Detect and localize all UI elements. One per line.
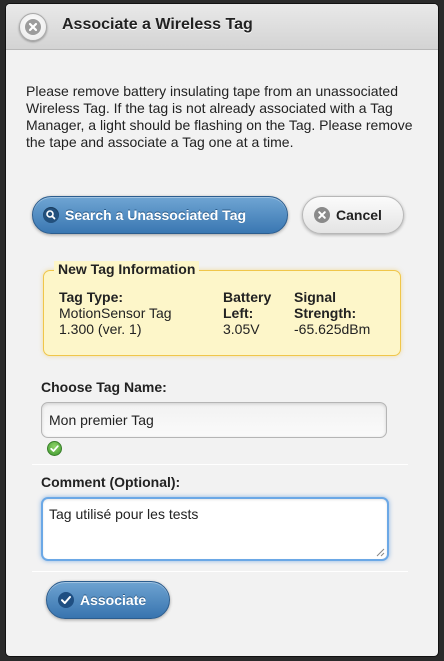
signal-value: -65.625dBm bbox=[294, 321, 371, 337]
resize-grip-icon[interactable] bbox=[375, 547, 385, 557]
comment-textarea[interactable]: Tag utilisé pour les tests bbox=[41, 497, 389, 561]
comment-text: Tag utilisé pour les tests bbox=[49, 506, 199, 522]
comment-label: Comment (Optional): bbox=[41, 474, 181, 490]
close-dialog-button[interactable] bbox=[19, 13, 47, 41]
battery-value: 3.05V bbox=[223, 321, 260, 337]
tag-type-value: MotionSensor Tag bbox=[59, 305, 172, 321]
close-circle-icon bbox=[25, 19, 41, 35]
tag-type-header: Tag Type: bbox=[59, 289, 124, 305]
signal-header-line2: Strength: bbox=[294, 305, 357, 321]
associate-button-label: Associate bbox=[80, 592, 147, 608]
associate-tag-dialog: Associate a Wireless Tag Please remove b… bbox=[6, 4, 438, 656]
battery-column: Battery Left: 3.05V bbox=[223, 289, 293, 337]
tag-name-input[interactable]: Mon premier Tag bbox=[41, 402, 387, 438]
tag-version-value: 1.300 (ver. 1) bbox=[59, 321, 142, 337]
panel-legend: New Tag Information bbox=[54, 261, 200, 277]
search-icon bbox=[43, 207, 59, 223]
cancel-button-label: Cancel bbox=[336, 207, 382, 223]
dialog-body: Please remove battery insulating tape fr… bbox=[6, 51, 438, 656]
signal-column: Signal Strength: -65.625dBm bbox=[294, 289, 404, 337]
search-unassociated-tag-button[interactable]: Search a Unassociated Tag bbox=[32, 196, 288, 234]
divider bbox=[32, 571, 408, 572]
tag-name-label: Choose Tag Name: bbox=[41, 379, 167, 395]
search-button-label: Search a Unassociated Tag bbox=[65, 207, 247, 223]
cancel-button[interactable]: Cancel bbox=[302, 196, 404, 234]
intro-instructions: Please remove battery insulating tape fr… bbox=[26, 83, 413, 150]
new-tag-information-panel: New Tag Information Tag Type: MotionSens… bbox=[43, 261, 404, 356]
battery-header-line1: Battery bbox=[223, 289, 272, 305]
dialog-title: Associate a Wireless Tag bbox=[62, 16, 253, 33]
divider bbox=[32, 464, 408, 465]
valid-check-icon bbox=[47, 441, 62, 456]
checkmark-icon bbox=[58, 592, 74, 608]
cancel-icon bbox=[314, 207, 330, 223]
signal-header-line1: Signal bbox=[294, 289, 337, 305]
battery-header-line2: Left: bbox=[223, 305, 254, 321]
dialog-titlebar: Associate a Wireless Tag bbox=[6, 4, 438, 50]
associate-button[interactable]: Associate bbox=[46, 581, 170, 619]
tag-type-column: Tag Type: MotionSensor Tag 1.300 (ver. 1… bbox=[59, 289, 224, 337]
